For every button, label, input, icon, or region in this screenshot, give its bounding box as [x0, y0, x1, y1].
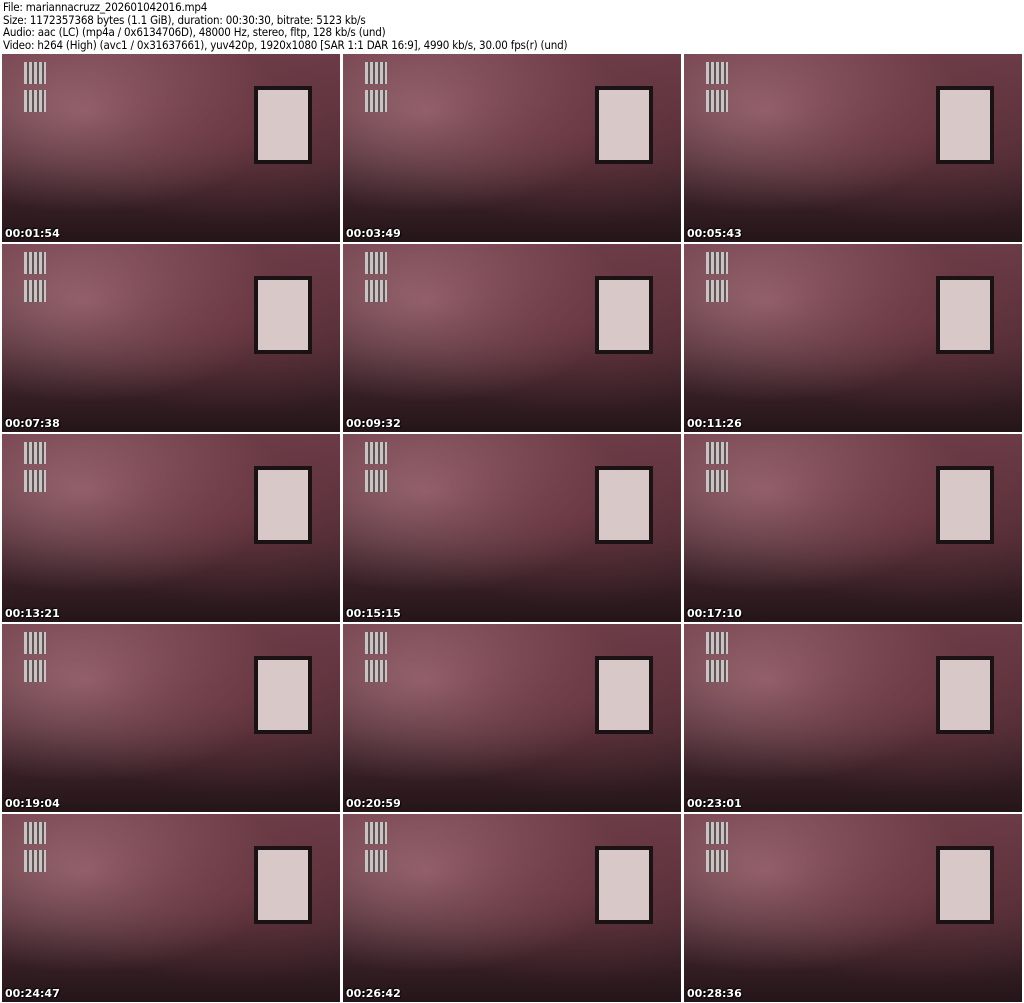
qr-code-icon — [365, 90, 387, 112]
qr-code-icon — [24, 470, 46, 492]
timestamp: 00:24:47 — [5, 987, 60, 1000]
qr-code-icon — [706, 632, 728, 654]
qr-code-icon — [24, 660, 46, 682]
picture-frame — [595, 276, 653, 354]
qr-code-icon — [706, 442, 728, 464]
video-thumbnail: 00:24:47 — [2, 814, 340, 1002]
qr-code-icon — [24, 90, 46, 112]
video-thumbnail: 00:05:43 — [684, 54, 1022, 242]
video-thumbnail: 00:23:01 — [684, 624, 1022, 812]
thumbnail-grid: 00:01:54 00:03:49 00:05:43 00:07:38 00:09:32… — [2, 54, 1022, 1002]
timestamp: 00:11:26 — [687, 417, 742, 430]
timestamp: 00:01:54 — [5, 227, 60, 240]
qr-code-icon — [365, 442, 387, 464]
timestamp: 00:15:15 — [346, 607, 401, 620]
qr-code-icon — [706, 280, 728, 302]
video-thumbnail: 00:20:59 — [343, 624, 681, 812]
video-thumbnail: 00:09:32 — [343, 244, 681, 432]
qr-code-icon — [365, 632, 387, 654]
timestamp: 00:26:42 — [346, 987, 401, 1000]
qr-code-icon — [706, 252, 728, 274]
qr-code-icon — [706, 660, 728, 682]
picture-frame — [595, 466, 653, 544]
video-thumbnail: 00:28:36 — [684, 814, 1022, 1002]
qr-code-icon — [365, 280, 387, 302]
picture-frame — [936, 86, 994, 164]
timestamp: 00:17:10 — [687, 607, 742, 620]
qr-code-icon — [24, 62, 46, 84]
timestamp: 00:28:36 — [687, 987, 742, 1000]
qr-code-icon — [24, 252, 46, 274]
video-info: Video: h264 (High) (avc1 / 0x31637661), … — [3, 37, 568, 52]
qr-code-icon — [706, 90, 728, 112]
qr-code-icon — [706, 822, 728, 844]
picture-frame — [595, 86, 653, 164]
video-thumbnail: 00:19:04 — [2, 624, 340, 812]
qr-code-icon — [706, 62, 728, 84]
qr-code-icon — [365, 850, 387, 872]
qr-code-icon — [706, 470, 728, 492]
video-thumbnail: 00:03:49 — [343, 54, 681, 242]
timestamp: 00:23:01 — [687, 797, 742, 810]
qr-code-icon — [24, 850, 46, 872]
timestamp: 00:20:59 — [346, 797, 401, 810]
qr-code-icon — [24, 280, 46, 302]
picture-frame — [254, 86, 312, 164]
qr-code-icon — [365, 470, 387, 492]
qr-code-icon — [24, 442, 46, 464]
video-thumbnail: 00:07:38 — [2, 244, 340, 432]
picture-frame — [936, 276, 994, 354]
qr-code-icon — [365, 660, 387, 682]
picture-frame — [254, 276, 312, 354]
timestamp: 00:07:38 — [5, 417, 60, 430]
picture-frame — [254, 846, 312, 924]
timestamp: 00:19:04 — [5, 797, 60, 810]
video-thumbnail: 00:15:15 — [343, 434, 681, 622]
picture-frame — [595, 846, 653, 924]
qr-code-icon — [706, 850, 728, 872]
qr-code-icon — [365, 252, 387, 274]
file-name: File: mariannacruzz_202601042016.mp4 — [3, 0, 208, 14]
qr-code-icon — [365, 822, 387, 844]
timestamp: 00:03:49 — [346, 227, 401, 240]
qr-code-icon — [24, 822, 46, 844]
timestamp: 00:05:43 — [687, 227, 742, 240]
picture-frame — [254, 656, 312, 734]
video-thumbnail: 00:11:26 — [684, 244, 1022, 432]
qr-code-icon — [24, 632, 46, 654]
video-thumbnail: 00:01:54 — [2, 54, 340, 242]
picture-frame — [936, 656, 994, 734]
picture-frame — [936, 466, 994, 544]
picture-frame — [254, 466, 312, 544]
timestamp: 00:09:32 — [346, 417, 401, 430]
video-thumbnail: 00:26:42 — [343, 814, 681, 1002]
file-info-header: File: mariannacruzz_202601042016.mp4 Siz… — [3, 0, 568, 52]
video-thumbnail: 00:17:10 — [684, 434, 1022, 622]
picture-frame — [595, 656, 653, 734]
qr-code-icon — [365, 62, 387, 84]
video-thumbnail: 00:13:21 — [2, 434, 340, 622]
picture-frame — [936, 846, 994, 924]
timestamp: 00:13:21 — [5, 607, 60, 620]
audio-info: Audio: aac (LC) (mp4a / 0x6134706D), 480… — [3, 25, 386, 39]
